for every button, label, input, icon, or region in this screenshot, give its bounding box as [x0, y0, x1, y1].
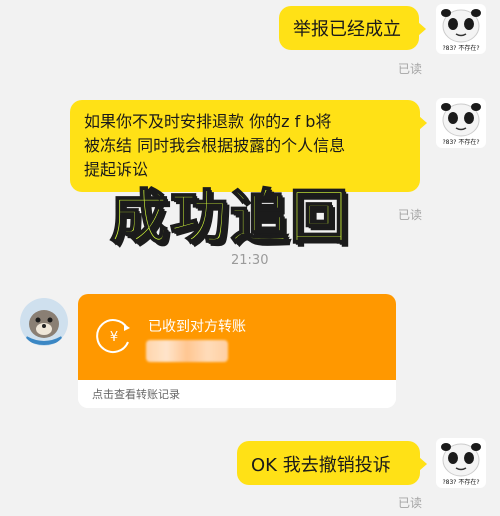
message-bubble-2[interactable]: 如果你不及时安排退款 你的z f b将 被冻结 同时我会根据披露的个人信息 提起…: [70, 100, 427, 192]
message-bubble-1[interactable]: 举报已经成立: [279, 6, 426, 50]
avatar-caption: ?83? 不存在?: [442, 45, 480, 52]
transfer-card-header: ¥ 已收到对方转账: [78, 294, 396, 380]
seal-mascot-icon: [20, 298, 68, 346]
message-line: 如果你不及时安排退款 你的z f b将: [84, 112, 332, 131]
timestamp: 21:30: [231, 253, 269, 268]
message-line: 被冻结 同时我会根据披露的个人信息: [84, 136, 346, 155]
overlay-caption: 成功追回: [109, 182, 351, 252]
avatar-me-3[interactable]: ?83? 不存在?: [436, 438, 486, 488]
transfer-amount-blurred: [146, 340, 228, 362]
avatar-caption: ?83? 不存在?: [442, 479, 480, 486]
svg-text:¥: ¥: [110, 330, 118, 345]
message-line: 提起诉讼: [84, 160, 149, 179]
avatar-caption: ?83? 不存在?: [442, 139, 480, 146]
transfer-card-title: 已收到对方转账: [148, 319, 246, 335]
message-text: OK 我去撤销投诉: [251, 455, 391, 476]
transfer-card[interactable]: ¥ 已收到对方转账 点击查看转账记录: [78, 294, 396, 408]
transfer-card-footer[interactable]: 点击查看转账记录: [78, 380, 396, 408]
read-status-3: 已读: [398, 496, 423, 510]
avatar-other[interactable]: [20, 298, 68, 346]
message-bubble-3[interactable]: OK 我去撤销投诉: [237, 441, 427, 485]
view-transfer-record-link[interactable]: 点击查看转账记录: [92, 386, 180, 402]
avatar-me-1[interactable]: ?83? 不存在?: [436, 4, 486, 54]
message-text: 举报已经成立: [293, 19, 401, 40]
avatar-me-2[interactable]: ?83? 不存在?: [436, 98, 486, 148]
yuan-circle-icon: ¥: [96, 319, 130, 354]
read-status-1: 已读: [398, 62, 423, 76]
read-status-2: 已读: [398, 208, 423, 222]
